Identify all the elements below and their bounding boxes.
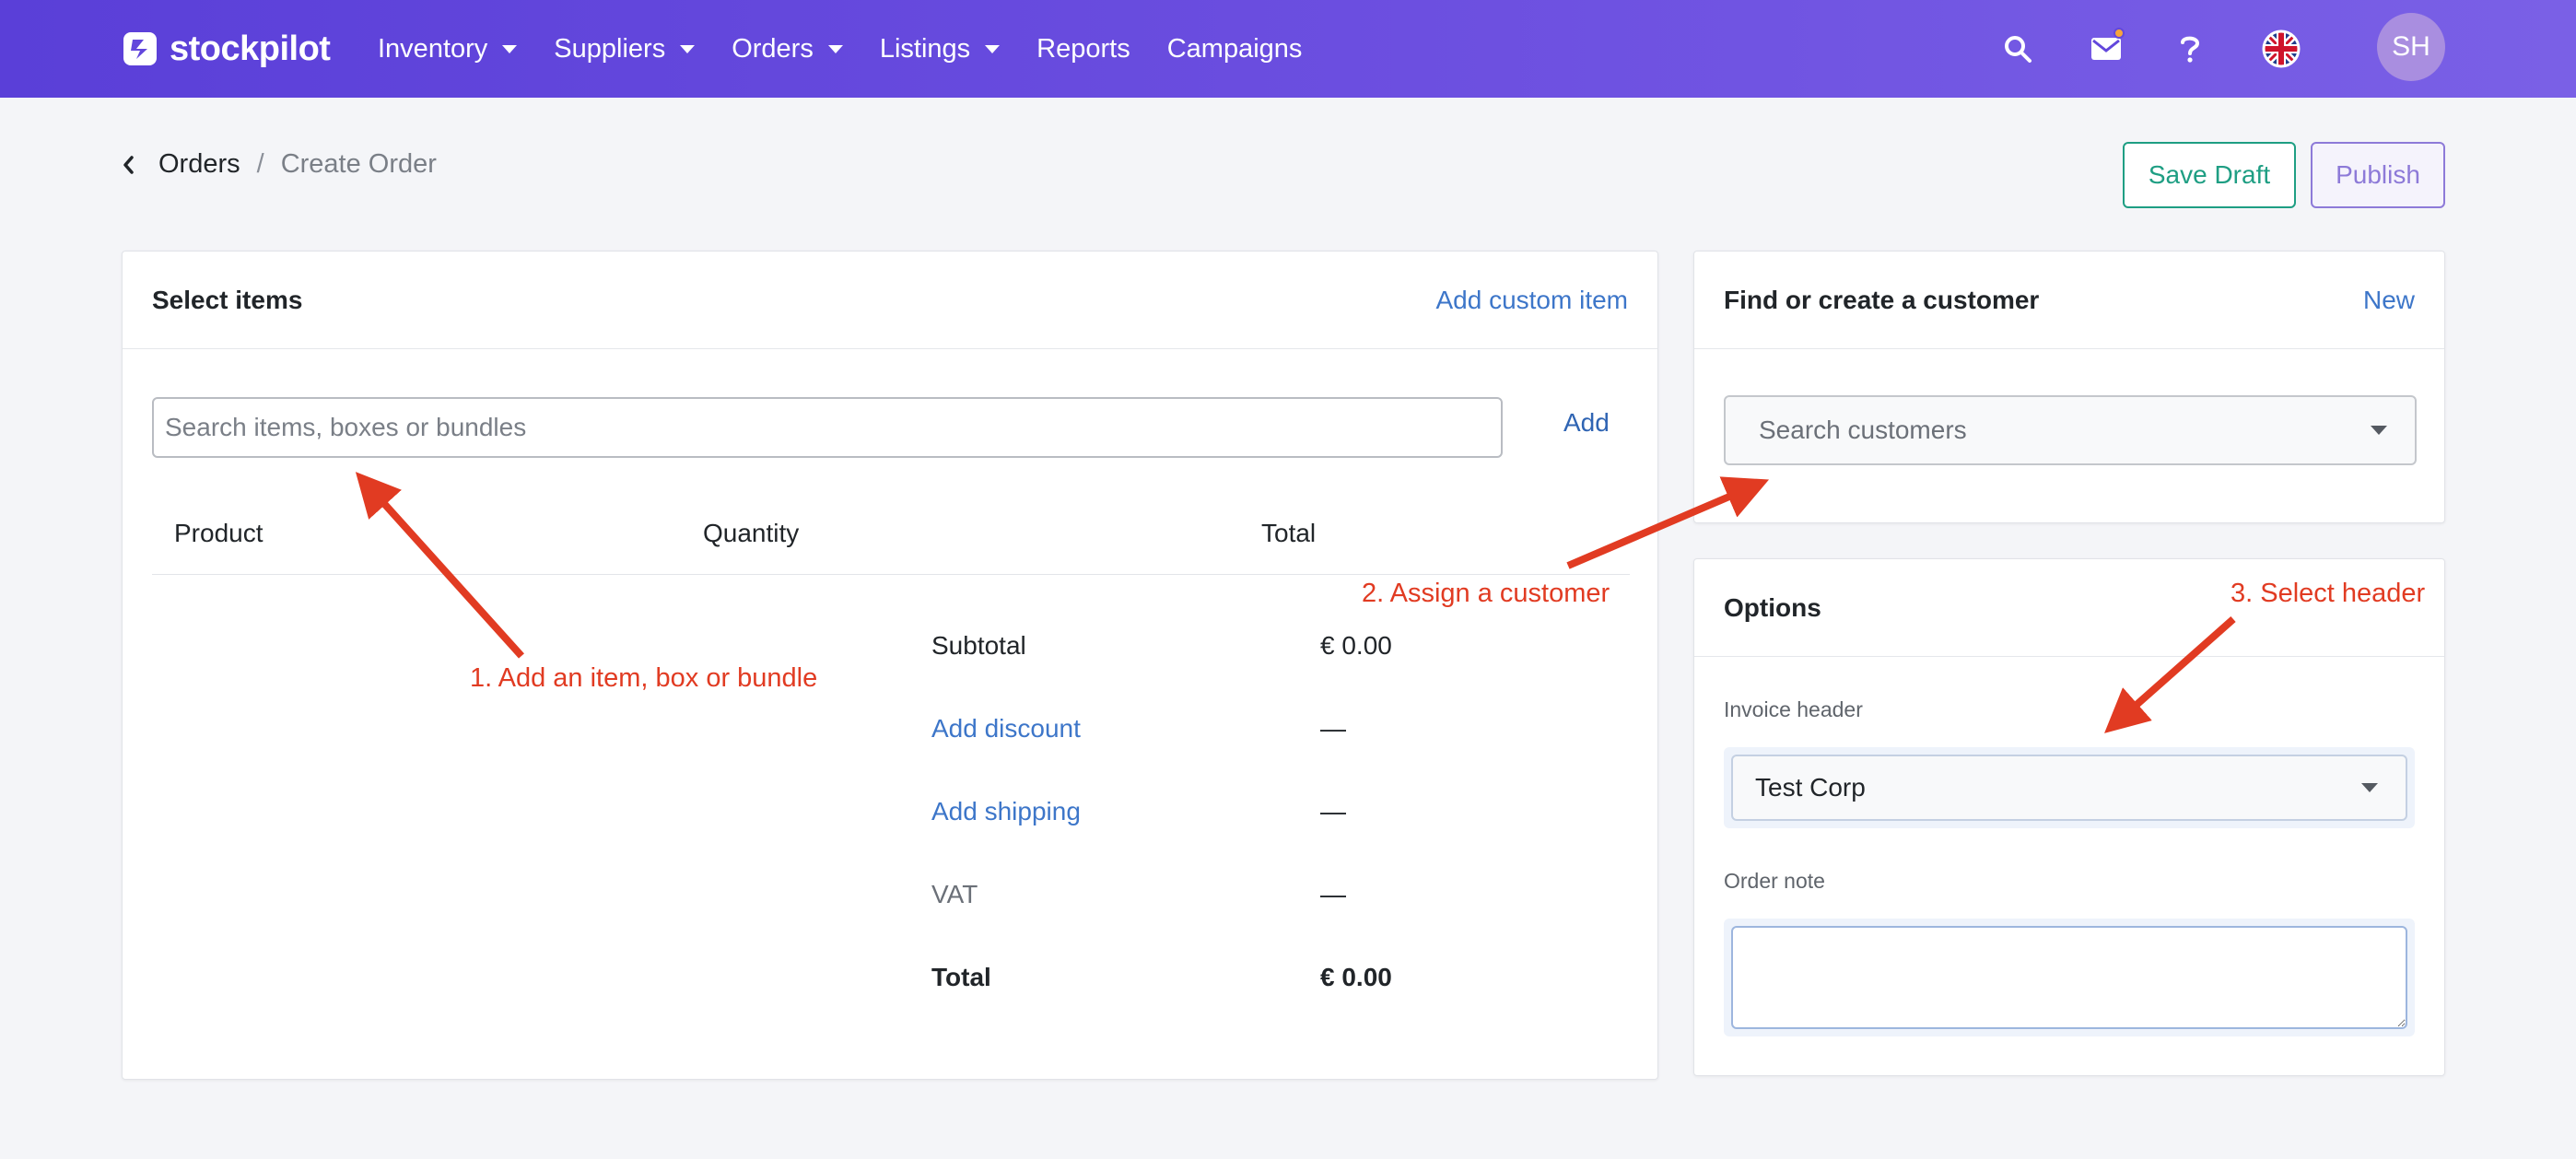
invoice-header-label: Invoice header (1724, 697, 1863, 721)
card-title: Options (1724, 593, 1821, 622)
uk-flag-icon (2262, 29, 2301, 68)
card-header: Find or create a customer New (1694, 252, 2444, 349)
nav-item-suppliers[interactable]: Suppliers (554, 33, 696, 64)
order-note-field (1724, 919, 2415, 1036)
card-title: Select items (152, 286, 303, 314)
annotation-step-2: 2. Assign a customer (1362, 579, 1610, 608)
select-value: Test Corp (1755, 773, 1866, 802)
customer-card: Find or create a customer New Search cus… (1693, 251, 2445, 523)
add-shipping-link[interactable]: Add shipping (931, 797, 1081, 826)
discount-value: — (1320, 714, 1346, 743)
total-label: Total (931, 963, 991, 991)
chevron-down-icon (985, 44, 1001, 53)
nav-item-inventory[interactable]: Inventory (378, 33, 518, 64)
order-note-label: Order note (1724, 869, 1825, 893)
select-placeholder: Search customers (1759, 416, 1967, 444)
column-header-total: Total (1261, 519, 1317, 547)
caret-down-icon (2371, 426, 2387, 435)
total-value: € 0.00 (1320, 963, 1392, 991)
add-discount-link[interactable]: Add discount (931, 714, 1081, 743)
chevron-down-icon (827, 44, 843, 53)
table-header-divider (152, 574, 1630, 575)
notification-dot (2113, 28, 2125, 39)
column-header-product: Product (174, 519, 263, 547)
breadcrumb-separator: / (256, 149, 264, 179)
card-title: Find or create a customer (1724, 286, 2040, 314)
nav-item-listings[interactable]: Listings (879, 33, 1001, 64)
help-icon (2181, 36, 2200, 63)
nav-item-reports[interactable]: Reports (1036, 34, 1130, 64)
options-card: Options Invoice header Test Corp Order n… (1693, 558, 2445, 1076)
nav-item-campaigns[interactable]: Campaigns (1167, 34, 1303, 64)
item-search-input[interactable] (152, 397, 1503, 458)
order-note-textarea[interactable] (1731, 926, 2407, 1029)
nav-item-label: Orders (732, 33, 814, 64)
card-header: Select items Add custom item (123, 252, 1657, 349)
breadcrumb-current: Create Order (280, 149, 437, 179)
chevron-down-icon (502, 44, 518, 53)
nav-item-orders[interactable]: Orders (732, 34, 843, 64)
top-navbar: stockpilot Inventory Suppliers Orders Li… (0, 0, 2576, 98)
nav-item-label: Suppliers (554, 33, 666, 64)
annotation-step-3: 3. Select header (2231, 579, 2426, 608)
save-draft-button[interactable]: Save Draft (2123, 142, 2296, 208)
nav-item-label: Inventory (378, 33, 488, 64)
new-customer-link[interactable]: New (2363, 252, 2415, 349)
customer-search-select[interactable]: Search customers (1724, 395, 2417, 465)
breadcrumb: Orders / Create Order (122, 149, 437, 180)
vat-value: — (1320, 880, 1346, 908)
column-header-quantity: Quantity (703, 519, 800, 547)
add-custom-item-link[interactable]: Add custom item (1435, 252, 1628, 349)
search-icon (2005, 36, 2032, 63)
annotation-step-1: 1. Add an item, box or bundle (470, 663, 818, 693)
main-nav: Inventory Suppliers Orders Listings Repo… (378, 0, 1339, 98)
select-items-card: Select items Add custom item Add Product… (122, 251, 1658, 1080)
brand-logo[interactable]: stockpilot (122, 26, 331, 72)
vat-label: VAT (931, 880, 978, 908)
invoice-header-select[interactable]: Test Corp (1731, 755, 2407, 821)
caret-down-icon (2361, 783, 2378, 792)
search-button[interactable] (1999, 0, 2036, 98)
help-button[interactable] (2176, 0, 2204, 98)
nav-item-label: Reports (1036, 33, 1130, 64)
nav-item-label: Campaigns (1166, 33, 1303, 64)
add-item-button[interactable]: Add (1563, 408, 1610, 438)
publish-button[interactable]: Publish (2311, 142, 2445, 208)
subtotal-value: € 0.00 (1320, 631, 1392, 660)
user-avatar[interactable]: SH (2377, 13, 2445, 81)
stockpilot-logo-icon (123, 32, 157, 65)
chevron-down-icon (680, 44, 696, 53)
language-button[interactable] (2262, 0, 2301, 98)
invoice-header-field: Test Corp (1724, 747, 2415, 828)
messages-button[interactable] (2086, 0, 2126, 98)
nav-item-label: Listings (879, 33, 971, 64)
chevron-left-icon[interactable] (122, 151, 144, 179)
breadcrumb-orders-link[interactable]: Orders (158, 149, 240, 180)
shipping-value: — (1320, 797, 1346, 825)
brand-name: stockpilot (170, 29, 331, 68)
mail-icon (2091, 38, 2121, 60)
subtotal-label: Subtotal (931, 631, 1026, 660)
